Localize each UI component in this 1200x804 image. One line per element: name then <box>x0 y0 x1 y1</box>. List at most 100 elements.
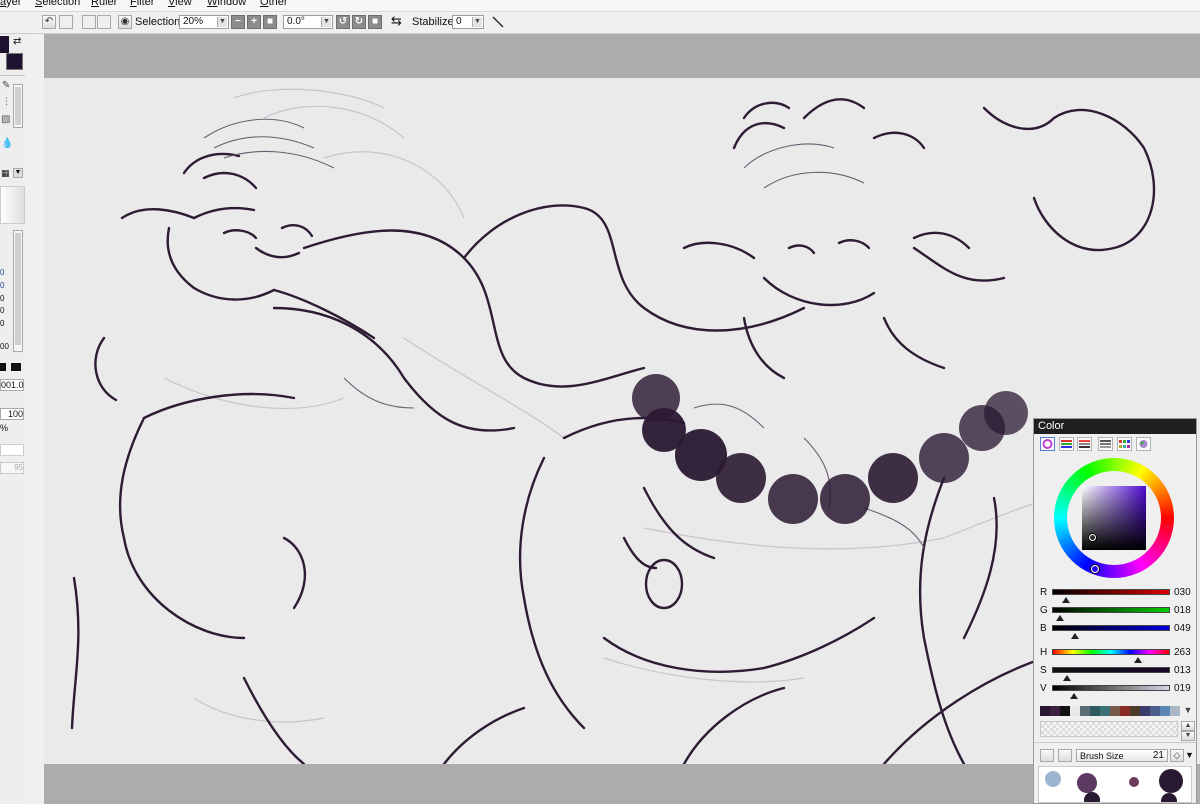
brush-size-increase-icon[interactable] <box>1058 749 1072 762</box>
brush-size-value: 21 <box>1152 750 1164 761</box>
zoom-reset-icon[interactable]: ■ <box>263 15 277 29</box>
invert-selection-icon[interactable] <box>97 15 111 29</box>
water-tool-icon[interactable]: 💧 <box>1 138 13 149</box>
selection-toggle-label[interactable]: Selection <box>135 16 180 29</box>
s-slider[interactable] <box>1052 667 1170 673</box>
diamond-icon[interactable]: ◇ <box>1170 749 1184 762</box>
h-slider[interactable] <box>1052 649 1170 655</box>
eye-icon[interactable]: ◉ <box>118 15 132 29</box>
opacity-field[interactable]: 100 <box>0 408 24 420</box>
secondary-color-swatch[interactable] <box>6 53 23 70</box>
rotation-reset-icon[interactable]: ■ <box>368 15 382 29</box>
rotate-cw-icon[interactable]: ↻ <box>352 15 366 29</box>
b-slider[interactable] <box>1052 625 1170 631</box>
color-swatch-mode-icon[interactable] <box>1098 437 1113 451</box>
s-value[interactable]: 013 <box>1174 666 1191 676</box>
menu-view[interactable]: View <box>168 0 192 9</box>
artwork-canvas[interactable] <box>44 78 1200 766</box>
g-slider[interactable] <box>1052 607 1170 613</box>
scroll-thumb[interactable] <box>15 233 21 345</box>
color-swatch[interactable] <box>1050 706 1060 716</box>
flip-horizontal-icon[interactable]: ⇆ <box>391 14 402 27</box>
chevron-down-icon[interactable]: ▼ <box>1185 750 1194 760</box>
menu-filter[interactable]: Filter <box>130 0 154 9</box>
bucket-tool-icon[interactable]: ▧ <box>1 114 10 125</box>
r-value[interactable]: 030 <box>1174 588 1191 598</box>
hsv-slider-mode-icon[interactable] <box>1077 437 1092 451</box>
color-swatch[interactable] <box>1120 706 1130 716</box>
g-slider-thumb[interactable] <box>1056 615 1065 621</box>
zoom-select[interactable]: 20% ▼ <box>179 15 229 29</box>
stabilizer-select[interactable]: 0 ▼ <box>452 15 484 29</box>
color-swatch[interactable] <box>1090 706 1100 716</box>
brush-size-preview[interactable] <box>1038 766 1192 803</box>
primary-color-swatch[interactable] <box>0 36 9 53</box>
b-slider-thumb[interactable] <box>1070 633 1079 639</box>
chevron-down-icon: ▼ <box>472 17 482 27</box>
scroll-thumb[interactable] <box>15 87 21 125</box>
color-swatch[interactable] <box>1130 706 1140 716</box>
zoom-out-icon[interactable]: − <box>231 15 245 29</box>
custom-palette-strip[interactable] <box>1040 721 1178 737</box>
palette-mode-icon[interactable] <box>1117 437 1132 451</box>
r-slider-thumb[interactable] <box>1061 597 1070 603</box>
texture-field[interactable] <box>0 444 24 456</box>
menu-ruler[interactable]: Ruler <box>91 0 117 9</box>
min-size-field[interactable]: 95 <box>0 462 24 474</box>
redo-icon[interactable] <box>59 15 73 29</box>
chevron-up-icon[interactable]: ▲ <box>1181 721 1195 731</box>
color-swatch[interactable] <box>1070 706 1080 716</box>
pen-tool-icon[interactable]: ✎ <box>2 80 10 91</box>
brush-size-label: Brush Size <box>1080 751 1124 761</box>
chevron-down-icon[interactable]: ▼ <box>1181 731 1195 741</box>
b-value[interactable]: 049 <box>1174 624 1191 634</box>
hue-picker-handle[interactable] <box>1091 565 1099 573</box>
h-slider-thumb[interactable] <box>1134 657 1143 663</box>
brush-shape-square[interactable] <box>11 363 21 371</box>
tool-scrollbar[interactable] <box>13 84 23 128</box>
deselect-icon[interactable] <box>82 15 96 29</box>
swap-colors-icon[interactable]: ⇄ <box>13 36 21 47</box>
brush-param-value: 0 <box>0 319 5 328</box>
zoom-in-icon[interactable]: + <box>247 15 261 29</box>
rotation-select[interactable]: 0.0° ▼ <box>283 15 333 29</box>
canvas-area[interactable] <box>44 34 1200 804</box>
h-value[interactable]: 263 <box>1174 648 1191 658</box>
menu-selection[interactable]: Selection <box>35 0 80 9</box>
brush-shape-square[interactable] <box>0 363 6 371</box>
density-field[interactable]: 001.0 <box>0 379 24 391</box>
color-swatch[interactable] <box>1080 706 1090 716</box>
chevron-down-icon[interactable]: ▼ <box>13 168 23 178</box>
color-swatch[interactable] <box>1160 706 1170 716</box>
color-swatch[interactable] <box>1140 706 1150 716</box>
undo-icon[interactable]: ↶ <box>42 15 56 29</box>
menu-other[interactable]: Other <box>260 0 288 9</box>
color-swatch[interactable] <box>1060 706 1070 716</box>
v-slider-thumb[interactable] <box>1070 693 1079 699</box>
color-wheel-mode-icon[interactable] <box>1040 437 1055 451</box>
color-swatch[interactable] <box>1150 706 1160 716</box>
chevron-down-icon[interactable]: ▼ <box>1181 706 1195 716</box>
color-swatch[interactable] <box>1170 706 1180 716</box>
brush-scrollbar[interactable] <box>13 230 23 352</box>
color-swatch[interactable] <box>1100 706 1110 716</box>
brush-size-field[interactable]: Brush Size 21 <box>1076 749 1168 762</box>
v-value[interactable]: 019 <box>1174 684 1191 694</box>
g-value[interactable]: 018 <box>1174 606 1191 616</box>
color-swatch[interactable] <box>1040 706 1050 716</box>
s-slider-thumb[interactable] <box>1063 675 1072 681</box>
rotate-ccw-icon[interactable]: ↺ <box>336 15 350 29</box>
sv-picker-handle[interactable] <box>1089 534 1096 541</box>
selection-tool-icon[interactable]: ⋮ <box>2 96 11 107</box>
color-swatch[interactable] <box>1110 706 1120 716</box>
checker-icon: ▦ <box>1 168 10 178</box>
color-mixer-mode-icon[interactable] <box>1136 437 1151 451</box>
menu-layer[interactable]: ayer <box>0 0 21 9</box>
brush-size-decrease-icon[interactable] <box>1040 749 1054 762</box>
menu-bar: ayer Selection Ruler Filter View Window … <box>0 0 1200 12</box>
line-tool-icon[interactable] <box>491 15 505 29</box>
rgb-slider-mode-icon[interactable] <box>1059 437 1074 451</box>
menu-window[interactable]: Window <box>207 0 246 9</box>
v-slider[interactable] <box>1052 685 1170 691</box>
r-slider[interactable] <box>1052 589 1170 595</box>
